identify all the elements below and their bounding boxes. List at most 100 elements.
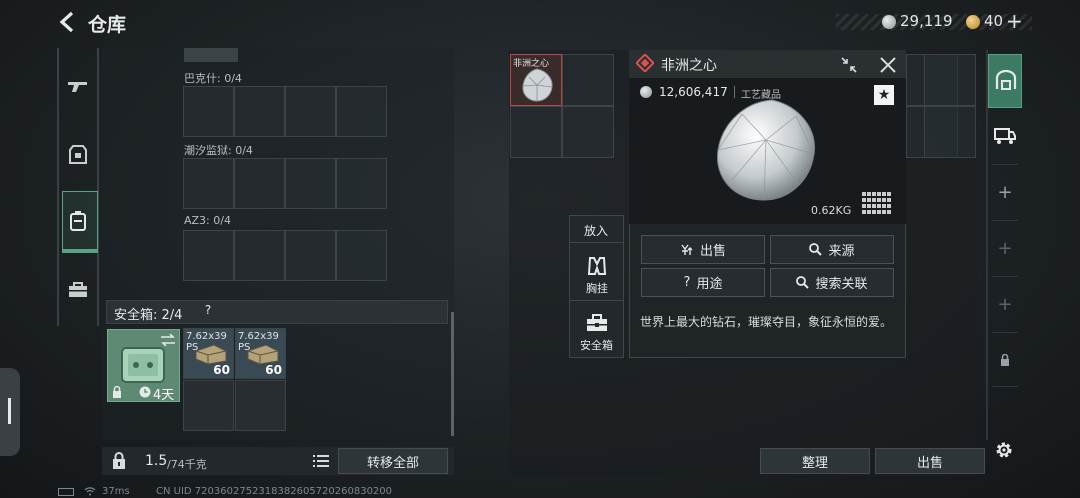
currency-balance: 29,119	[900, 12, 953, 30]
back-arrow-icon[interactable]	[56, 10, 80, 34]
add-tab-plus-icon[interactable]: +	[988, 278, 1022, 330]
side-drawer-handle[interactable]	[0, 368, 20, 456]
section-label-tidal: 潮汐监狱: 0/4	[184, 144, 253, 157]
slot[interactable]	[183, 380, 234, 431]
slot[interactable]	[234, 230, 285, 281]
close-icon[interactable]	[879, 56, 897, 74]
transfer-all-button[interactable]: 转移全部	[338, 448, 448, 474]
premium-currency: 40	[984, 12, 1004, 30]
favorite-star-button[interactable]: ★	[874, 85, 894, 105]
slot[interactable]	[234, 158, 285, 209]
slot[interactable]	[336, 86, 387, 137]
divider	[570, 242, 623, 243]
search-related-button[interactable]: 搜索关联	[770, 268, 894, 297]
divider	[570, 300, 623, 301]
put-in-vest[interactable]: 胸挂	[586, 280, 608, 296]
case-tab[interactable]	[62, 266, 94, 314]
arrange-button[interactable]: 整理	[760, 448, 870, 474]
rarity-diamond-icon	[636, 54, 654, 72]
slot[interactable]	[924, 106, 976, 158]
armor-tab[interactable]	[62, 131, 94, 179]
market-tab[interactable]	[988, 110, 1022, 162]
slot[interactable]	[235, 380, 286, 431]
armor-icon	[69, 145, 87, 164]
backpack-tab[interactable]	[62, 197, 94, 245]
case-timer: 4天	[153, 388, 175, 403]
rail-separator	[992, 164, 1018, 165]
slot[interactable]	[336, 230, 387, 281]
sell-label: 出售	[699, 244, 726, 259]
slot[interactable]	[285, 158, 336, 209]
weight-capacity: /74千克	[167, 458, 207, 471]
slot[interactable]	[562, 54, 614, 106]
section-label-az3: AZ3: 0/4	[184, 214, 231, 227]
ammo-item[interactable]: 7.62x39 PS 60	[235, 328, 286, 379]
slot[interactable]	[285, 230, 336, 281]
partial-item	[184, 48, 238, 62]
size-grid-icon	[862, 192, 891, 214]
slot[interactable]	[562, 106, 614, 158]
slot[interactable]	[183, 86, 234, 137]
ammo-count: 60	[265, 363, 282, 377]
slot[interactable]	[285, 86, 336, 137]
rail-divider	[97, 48, 99, 326]
gear-icon[interactable]	[994, 440, 1014, 460]
coin-icon	[882, 15, 896, 29]
search-related-label: 搜索关联	[815, 277, 868, 292]
safe-box-label: 安全箱: 2/4	[114, 308, 183, 323]
ammo-item[interactable]: 7.62x39 PS 60	[183, 328, 234, 379]
put-in-safe[interactable]: 安全箱	[580, 337, 613, 353]
rail-separator	[992, 276, 1018, 277]
add-tab-plus-icon[interactable]: +	[988, 166, 1022, 218]
collapse-icon[interactable]	[840, 56, 858, 74]
gold-coin-icon	[966, 15, 980, 29]
source-label: 来源	[828, 244, 855, 259]
slot[interactable]	[924, 54, 976, 106]
source-button[interactable]: 来源	[770, 235, 894, 264]
case-icon	[69, 282, 87, 297]
search-icon	[796, 276, 810, 289]
swap-icon	[161, 334, 175, 346]
ammo-box-icon	[195, 344, 227, 365]
slot[interactable]	[336, 158, 387, 209]
battery-icon	[58, 488, 74, 496]
lock-icon	[113, 386, 121, 398]
warehouse-icon	[995, 69, 1017, 90]
rail-divider	[57, 48, 59, 326]
safe-box-icon	[587, 314, 607, 331]
sell-icon	[681, 244, 693, 255]
search-icon	[809, 243, 823, 256]
add-tab-plus-icon[interactable]: +	[988, 222, 1022, 274]
diamond-icon	[522, 68, 553, 102]
truck-icon	[994, 128, 1016, 144]
slot[interactable]	[183, 158, 234, 209]
help-icon[interactable]: ?	[201, 303, 215, 317]
add-currency-button[interactable]: +	[1006, 9, 1023, 33]
slot-row-az3	[183, 230, 387, 281]
lock-icon[interactable]	[112, 452, 126, 469]
stash-tab-active[interactable]	[988, 54, 1022, 108]
safe-case-item[interactable]: 4天	[107, 329, 180, 403]
slot[interactable]	[510, 106, 562, 158]
ammo-caliber: 7.62x39	[186, 331, 227, 342]
usage-button[interactable]: ? 用途	[641, 268, 765, 297]
slot[interactable]	[183, 230, 234, 281]
slot[interactable]	[234, 86, 285, 137]
item-weight: 0.62KG	[811, 204, 852, 217]
ammo-count: 60	[213, 363, 230, 377]
list-icon[interactable]	[313, 455, 329, 467]
usage-label: 用途	[696, 277, 723, 292]
weight-value: 1.5	[145, 453, 168, 469]
user-uid: CN UID 7203602752318382605720260830200	[156, 486, 393, 497]
section-label-bakesh: 巴克什: 0/4	[184, 72, 242, 85]
sell-button[interactable]: 出售	[641, 235, 765, 264]
lock-icon	[1001, 354, 1009, 366]
scrollbar[interactable]	[451, 312, 454, 436]
page-title: 仓库	[88, 14, 127, 36]
slot-row-bakesh	[183, 86, 387, 137]
weapon-tab[interactable]	[62, 62, 94, 110]
diamond-item-thumb[interactable]: 非洲之心	[510, 54, 562, 106]
sell-bottom-button[interactable]: 出售	[875, 448, 985, 474]
diamond-large-icon	[717, 99, 816, 201]
locked-tab[interactable]	[988, 334, 1022, 386]
